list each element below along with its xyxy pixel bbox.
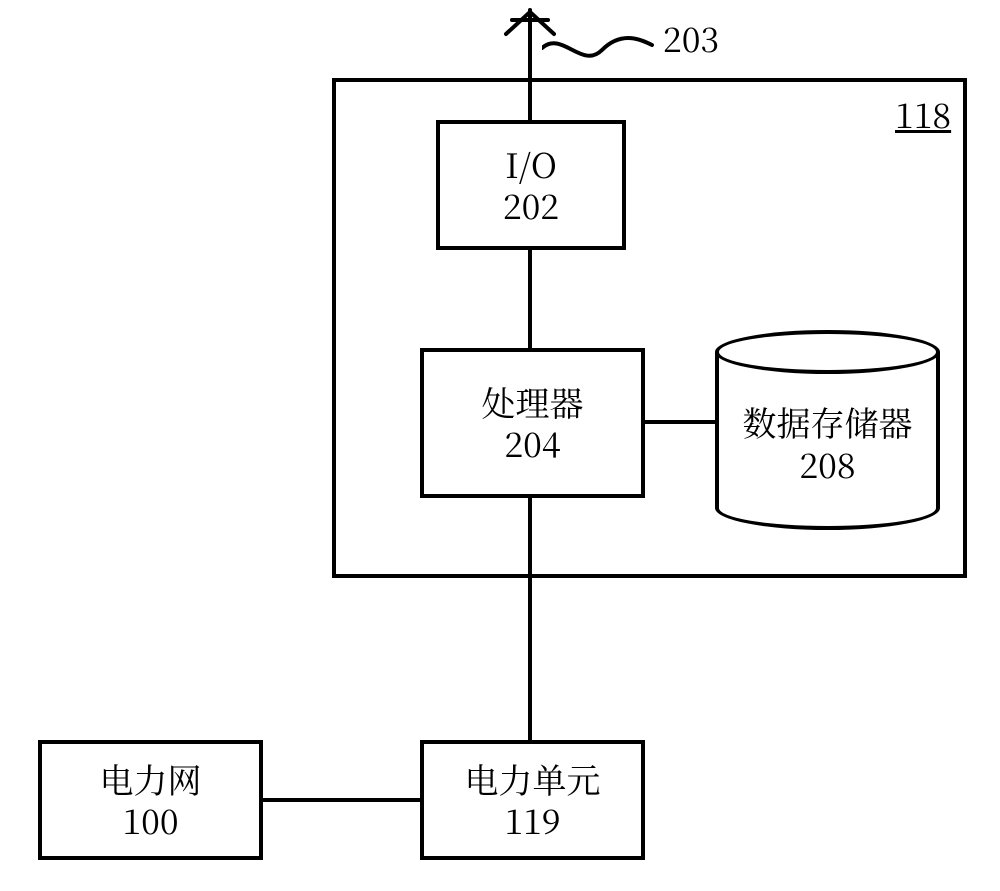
power-unit-box: 电力单元 119 [420, 740, 645, 860]
datastore-ref: 208 [715, 444, 940, 485]
connector-io-to-processor [528, 250, 532, 348]
datastore-cylinder: 数据存储器 208 [715, 330, 940, 530]
processor-ref: 204 [504, 423, 560, 464]
power-grid-box: 电力网 100 [38, 740, 263, 860]
power-grid-ref: 100 [122, 800, 178, 841]
connector-boxtop-to-io [528, 78, 532, 120]
power-unit-ref: 119 [504, 800, 560, 841]
power-grid-label: 电力网 [100, 759, 202, 800]
processor-label: 处理器 [482, 382, 584, 423]
power-unit-label: 电力单元 [465, 759, 601, 800]
connector-grid-to-powerunit [262, 798, 420, 802]
processor-box: 处理器 204 [420, 348, 645, 498]
connector-box-to-powerunit [528, 578, 532, 740]
system-ref-label: 118 [895, 94, 951, 135]
connector-processor-to-datastore [645, 420, 715, 424]
io-label: I/O [505, 144, 557, 185]
connector-antenna-to-box [528, 60, 532, 78]
connector-processor-to-boxbottom [528, 498, 532, 578]
datastore-label: 数据存储器 [715, 402, 940, 443]
io-ref: 202 [503, 185, 559, 226]
leader-203 [542, 30, 662, 80]
diagram-canvas: 203 118 I/O 202 处理器 204 数据存储器 208 电力单 [0, 0, 1000, 891]
io-box: I/O 202 [436, 120, 626, 250]
antenna-ref-label: 203 [663, 18, 719, 59]
